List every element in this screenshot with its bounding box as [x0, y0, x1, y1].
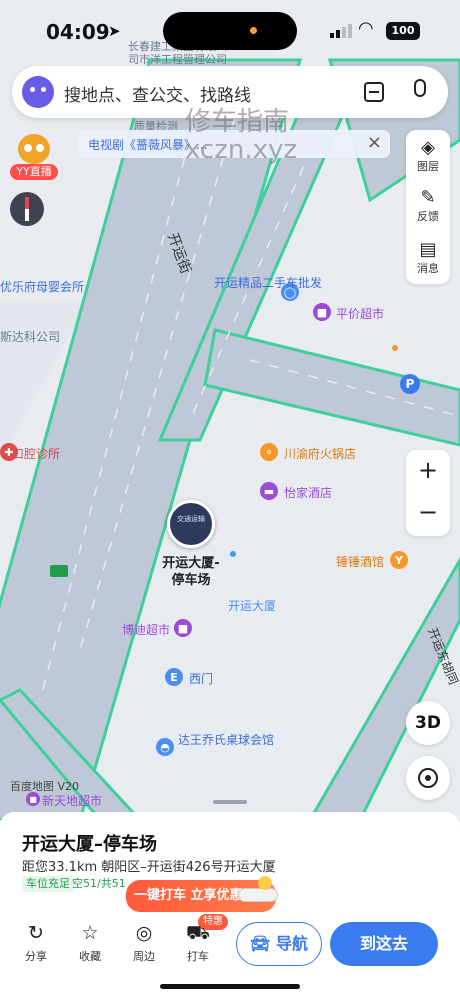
- place-title: 开运大厦–停车场: [22, 834, 157, 855]
- message-icon: ▤: [419, 239, 437, 260]
- marker-thumbnail-text: 交通运输: [177, 515, 205, 523]
- panel-drag-handle[interactable]: [213, 800, 247, 804]
- signal-icon: [330, 24, 352, 38]
- feedback-icon: ✎: [420, 187, 436, 208]
- share-icon: ↻: [28, 922, 44, 944]
- gate-icon[interactable]: E: [165, 668, 183, 686]
- poi-pingjia[interactable]: 平价超市: [336, 305, 384, 322]
- tool-feedback[interactable]: ✎ 反馈: [406, 188, 450, 224]
- watermark: 修车指南 xczn.xyz: [185, 107, 298, 165]
- yy-live-button[interactable]: YY直播: [10, 134, 58, 184]
- marker-label[interactable]: 开运大厦-停车场: [156, 555, 226, 589]
- selected-place-marker[interactable]: 交通运输: [167, 500, 215, 548]
- map-tools: ◈ 图层 ✎ 反馈 ▤ 消息: [406, 130, 450, 284]
- dynamic-island: [163, 12, 297, 50]
- taxi-icon: ⛟: [186, 922, 210, 944]
- navigate-button[interactable]: 🚘︎ 导航: [236, 922, 322, 966]
- parking-icon[interactable]: P: [400, 374, 420, 394]
- zoom-out-button[interactable]: −: [406, 498, 450, 526]
- star-icon: ☆: [81, 922, 99, 944]
- baidu-logo: 百度地图 V20: [10, 780, 80, 793]
- wifi-icon: ◠: [358, 18, 374, 39]
- restaurant-icon[interactable]: ⚬: [260, 443, 278, 461]
- poi-hotpot[interactable]: 川渝府火锅店: [284, 445, 356, 462]
- billiards-icon[interactable]: ◓: [156, 738, 174, 756]
- crosshair-icon: [418, 768, 438, 788]
- close-icon[interactable]: ×: [367, 132, 382, 153]
- poi-billiards[interactable]: 达王乔氏桌球会馆: [178, 733, 274, 748]
- place-detail-panel: 开运大厦–停车场 距您33.1km 朝阳区–开运街426号开运大厦 车位充足 空…: [0, 812, 460, 1000]
- zoom-controls: + −: [406, 450, 450, 536]
- location-arrow-icon: ➤: [108, 22, 121, 40]
- yy-mascot-icon: [18, 134, 50, 164]
- poi-dental[interactable]: 口腔诊所: [12, 445, 60, 462]
- locate-button[interactable]: [406, 756, 450, 800]
- bodi-supermarket-icon[interactable]: ■: [174, 619, 192, 637]
- poi-bodi[interactable]: 博迪超市: [122, 621, 170, 638]
- poi-chuichui[interactable]: 锤锤酒馆: [336, 553, 384, 570]
- compass-icon[interactable]: [10, 192, 44, 226]
- supermarket-icon[interactable]: ■: [313, 303, 331, 321]
- xintiandi-icon[interactable]: ■: [26, 792, 40, 806]
- tool-message[interactable]: ▤ 消息: [406, 240, 450, 276]
- favorite-button[interactable]: ☆ 收藏: [70, 922, 110, 964]
- battery-icon: 100: [386, 22, 420, 40]
- assistant-avatar-icon[interactable]: [22, 76, 54, 108]
- hotel-icon[interactable]: ▬: [260, 482, 278, 500]
- car-illustration-icon: [234, 872, 282, 912]
- home-indicator[interactable]: [160, 984, 300, 989]
- go-here-button[interactable]: 到这去: [330, 922, 438, 966]
- car-icon: 🚘︎: [250, 934, 271, 953]
- taxi-button[interactable]: ⛟ 打车: [178, 922, 218, 964]
- parking-count: 空51/共51: [72, 877, 126, 890]
- poi-youle[interactable]: 优乐府母婴会所: [0, 278, 84, 295]
- parking-status-badge: 车位充足: [22, 876, 74, 892]
- scan-icon[interactable]: [364, 82, 384, 102]
- orange-dot: [392, 345, 398, 351]
- clock: 04:09: [46, 20, 110, 44]
- zoom-in-button[interactable]: +: [406, 456, 450, 484]
- bar-icon[interactable]: Y: [390, 551, 408, 569]
- yy-live-label: YY直播: [10, 164, 58, 180]
- poi-kesi[interactable]: 斯达科公司: [0, 328, 60, 345]
- poi-kaiyun-building[interactable]: 开运大厦: [228, 597, 276, 614]
- poi-yijia[interactable]: 怡家酒店: [284, 484, 332, 501]
- search-input[interactable]: 搜地点、查公交、找路线: [64, 81, 251, 106]
- bus-stop-icon[interactable]: [50, 565, 68, 577]
- nearby-button[interactable]: ◎ 周边: [124, 922, 164, 964]
- share-button[interactable]: ↻ 分享: [16, 922, 56, 964]
- compass-icon: ◎: [135, 922, 153, 944]
- layers-icon: ◈: [421, 137, 435, 158]
- poi-used-car[interactable]: 开运精品二手车批发: [214, 276, 322, 290]
- location-dot: [230, 551, 236, 557]
- status-bar: 04:09 ➤ ◠ 100: [0, 0, 460, 60]
- poi-xintiandi[interactable]: 新天地超市: [42, 792, 102, 809]
- tool-layers[interactable]: ◈ 图层: [406, 138, 450, 174]
- microphone-icon[interactable]: [414, 79, 426, 97]
- poi-ximen[interactable]: 西门: [189, 670, 213, 687]
- 3d-button[interactable]: 3D: [406, 701, 450, 745]
